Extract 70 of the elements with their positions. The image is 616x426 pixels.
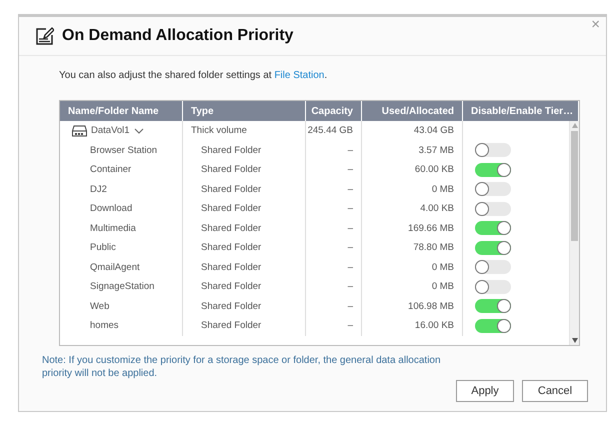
table-cell: 43.04 GB — [414, 125, 454, 136]
table-cell: – — [348, 300, 353, 312]
table-cell: – — [348, 242, 353, 254]
folder-name: Multimedia — [90, 222, 136, 234]
toggle-switch[interactable] — [475, 318, 511, 333]
table-cell: Shared Folder — [201, 262, 262, 273]
table-cell: 0 MB — [432, 262, 454, 273]
table-cell: – — [348, 203, 353, 214]
folder-name: QmailAgent — [90, 262, 140, 273]
folder-name: SignageStation — [90, 281, 154, 292]
scrollbar[interactable] — [569, 121, 579, 345]
table-cell: Shared Folder — [201, 320, 262, 332]
table-cell: – — [348, 262, 353, 273]
toggle-switch[interactable] — [475, 143, 511, 158]
table-cell: – — [348, 222, 353, 234]
table-cell: 106.98 MB — [408, 300, 454, 312]
drive-icon — [72, 124, 87, 137]
column-header[interactable]: Name/Folder Name — [60, 101, 183, 121]
table-cell: 3.57 MB — [418, 144, 454, 156]
toggle-switch[interactable] — [475, 202, 511, 216]
table-cell: Shared Folder — [201, 222, 262, 234]
file-station-link[interactable]: File Station — [274, 70, 324, 81]
table-cell: Shared Folder — [201, 281, 262, 292]
chevron-icon[interactable] — [134, 128, 144, 134]
dialog-button[interactable]: Apply — [456, 380, 514, 402]
table-cell: 0 MB — [432, 184, 454, 195]
folder-name: Public — [90, 242, 116, 254]
table-cell: Shared Folder — [201, 203, 262, 214]
close-button[interactable]: × — [589, 17, 602, 33]
column-header[interactable]: Type — [183, 101, 306, 121]
intro-text: You can also adjust the shared folder settings at File Station. — [59, 70, 328, 81]
table-cell: Shared Folder — [201, 242, 262, 254]
folder-name: Container — [90, 164, 132, 176]
edit-icon — [36, 27, 54, 45]
table-cell: – — [348, 144, 353, 156]
table-cell: – — [348, 281, 353, 292]
volume-name: DataVol1 — [91, 125, 130, 136]
folder-name: Browser Station — [90, 144, 158, 156]
dialog-title: On Demand Allocation Priority — [62, 27, 294, 45]
table-cell: – — [348, 164, 353, 176]
table-cell: 16.00 KB — [414, 320, 454, 332]
column-header[interactable]: Used/Allocated — [362, 101, 463, 121]
toggle-switch[interactable] — [475, 162, 511, 177]
table-cell: Shared Folder — [201, 144, 262, 156]
toggle-switch[interactable] — [475, 280, 511, 294]
folder-name: homes — [90, 320, 119, 332]
table-cell: 78.80 MB — [413, 242, 454, 254]
table-cell: 60.00 KB — [414, 164, 454, 176]
table-cell: 169.66 MB — [408, 222, 454, 234]
table-cell: Shared Folder — [201, 164, 262, 176]
toggle-switch[interactable] — [475, 221, 511, 236]
folder-name: Web — [90, 300, 110, 312]
table-cell: Shared Folder — [201, 184, 262, 195]
toggle-switch[interactable] — [475, 260, 511, 274]
folder-name: Download — [90, 203, 132, 214]
note-text: Note: If you customize the priority for a storage space or folder, the general data allocation priority will not be applied. — [42, 354, 442, 380]
table-cell: Thick volume — [191, 125, 247, 136]
table-cell: 4.00 KB — [420, 203, 454, 214]
scroll-down-icon[interactable] — [572, 338, 578, 343]
table-cell: – — [348, 184, 353, 195]
table-cell: 0 MB — [432, 281, 454, 292]
table-cell: – — [348, 320, 353, 332]
toggle-switch[interactable] — [475, 182, 511, 196]
toggle-switch[interactable] — [475, 299, 511, 314]
dialog-button[interactable]: Cancel — [522, 380, 588, 402]
table-cell: 245.44 GB — [308, 125, 353, 136]
table-cell: Shared Folder — [201, 300, 262, 312]
column-header[interactable]: Capacity — [306, 101, 362, 121]
toggle-switch[interactable] — [475, 240, 511, 255]
folder-name: DJ2 — [90, 184, 107, 195]
